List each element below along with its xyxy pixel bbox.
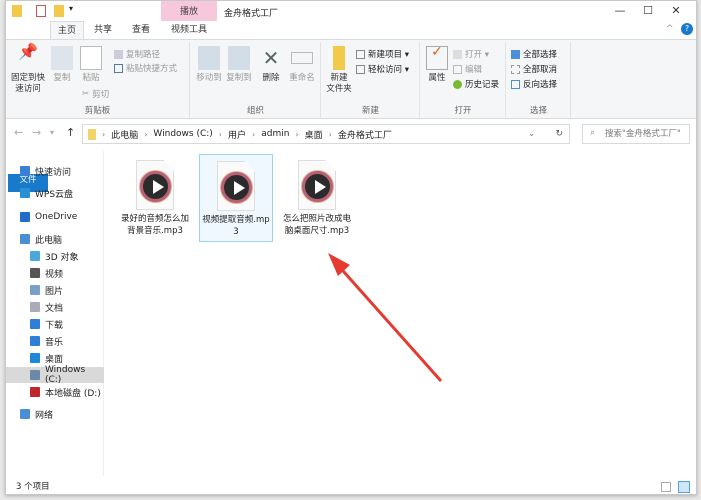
arrow-shaft xyxy=(334,262,443,382)
arrow-head xyxy=(328,253,350,276)
file-explorer-window: ▾ 播放 金舟格式工厂 — ☐ ✕ 文件 主页 共享 查看 视频工具 ^ ? 📌… xyxy=(5,0,697,495)
red-arrow-annotation xyxy=(328,253,443,382)
item-count: 3 个项目 xyxy=(16,482,50,492)
details-view-icon[interactable] xyxy=(661,482,671,492)
large-icons-view-icon[interactable] xyxy=(678,481,690,493)
status-bar: 3 个项目 xyxy=(6,479,696,495)
